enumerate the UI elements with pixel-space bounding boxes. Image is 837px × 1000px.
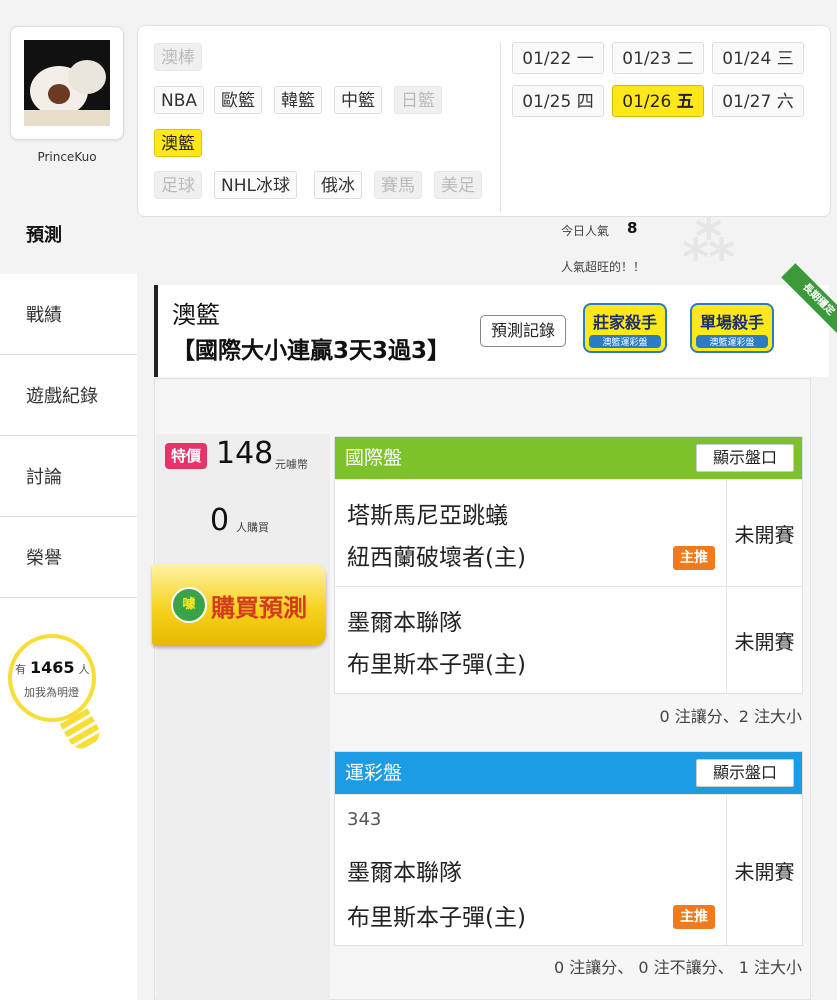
sidebar-item-honors[interactable]: 榮譽 (0, 517, 137, 598)
game-status: 未開賽 (734, 859, 795, 884)
game-row: 塔斯馬尼亞跳蟻 紐西蘭破壞者(主) 主推 未開賽 (335, 479, 802, 586)
buy-button-label: 購買預測 (211, 593, 307, 622)
sidebar-item-game-log[interactable]: 遊戲紀錄 (0, 355, 137, 436)
market-title: 運彩盤 (345, 762, 403, 784)
sport-tag-aus-basketball[interactable]: 澳籃 (154, 129, 202, 157)
popularity-note: 人氣超旺的！！ (561, 260, 646, 274)
market-header: 運彩盤 顯示盤口 (335, 752, 802, 794)
likes-count: 有 1465 人 (15, 658, 90, 677)
buyers-count: 0 (210, 503, 230, 538)
game-teams: 塔斯馬尼亞跳蟻 紐西蘭破壞者(主) 主推 (335, 480, 727, 586)
sidebar-item-label: 榮譽 (26, 548, 62, 569)
profile-username[interactable]: PrinceKuo (0, 150, 134, 164)
game-teams: 343 墨爾本聯隊 布里斯本子彈(主) 主推 (335, 795, 727, 945)
sport-tag-american-football[interactable]: 美足 (434, 171, 482, 199)
sidebar-item-label: 討論 (26, 467, 62, 488)
sport-tag-horse-racing[interactable]: 賽馬 (374, 171, 422, 199)
game-row: 墨爾本聯隊 布里斯本子彈(主) 未開賽 (335, 586, 802, 693)
filter-divider (500, 42, 501, 212)
date-tab-0123[interactable]: 01/23 二 (612, 42, 704, 74)
sidebar-item-discussion[interactable]: 討論 (0, 436, 137, 517)
game-teams: 墨爾本聯隊 布里斯本子彈(主) (335, 587, 727, 693)
avatar[interactable] (24, 40, 110, 126)
sport-tag-japan-basketball[interactable]: 日籃 (394, 86, 442, 114)
prediction-sport: 澳籃 (172, 301, 220, 329)
main-pick-badge: 主推 (673, 546, 715, 570)
show-odds-button[interactable]: 顯示盤口 (696, 759, 794, 787)
market-sports-lottery: 運彩盤 顯示盤口 343 墨爾本聯隊 布里斯本子彈(主) 主推 未開賽 (334, 751, 803, 946)
prediction-record-button[interactable]: 預測記錄 (480, 315, 566, 347)
market-title: 國際盤 (345, 447, 403, 469)
price-unit: 元噱幣 (275, 458, 308, 471)
home-team: 布里斯本子彈(主) (347, 652, 526, 678)
date-tab-0126[interactable]: 01/26 五 (612, 85, 704, 117)
bookmaker-killer-badge: 莊家殺手 澳籃運彩盤 (583, 303, 667, 353)
sidebar-item-record[interactable]: 戰績 (0, 274, 137, 355)
date-tab-0124[interactable]: 01/24 三 (712, 42, 804, 74)
special-price-badge: 特價 (165, 443, 207, 469)
sport-tag-soccer[interactable]: 足球 (154, 171, 202, 199)
popularity-decoration-icon: ⁂ (682, 212, 735, 272)
lightbulb-icon[interactable] (8, 634, 96, 722)
sport-tag-nba[interactable]: NBA (154, 86, 205, 114)
sidebar-item-prediction[interactable]: 預測 (0, 193, 137, 274)
sport-tag-china-basketball[interactable]: 中籃 (334, 86, 382, 114)
sport-tag-euro-basketball[interactable]: 歐籃 (214, 86, 262, 114)
market-international: 國際盤 顯示盤口 塔斯馬尼亞跳蟻 紐西蘭破壞者(主) 主推 未開賽 墨爾本聯隊 … (334, 436, 803, 694)
game-number: 343 (347, 809, 382, 830)
sport-tag-aus-baseball[interactable]: 澳棒 (154, 43, 202, 71)
sidebar-nav: 預測 戰績 遊戲紀錄 討論 榮譽 (0, 193, 137, 598)
game-status: 未開賽 (734, 629, 795, 654)
sport-tag-russia-hockey[interactable]: 俄冰 (314, 171, 362, 199)
away-team: 塔斯馬尼亞跳蟻 (347, 503, 508, 529)
popularity-value: 8 (627, 219, 638, 237)
market-header: 國際盤 顯示盤口 (335, 437, 802, 479)
date-tab-0122[interactable]: 01/22 一 (512, 42, 604, 74)
single-game-killer-badge: 單場殺手 澳籃運彩盤 (690, 303, 774, 353)
sidebar-item-label: 戰績 (26, 305, 62, 326)
likes-caption: 加我為明燈 (24, 686, 79, 699)
price-value: 148 (216, 436, 274, 471)
sidebar-item-label: 遊戲紀錄 (26, 386, 98, 407)
sport-tag-korea-basketball[interactable]: 韓籃 (274, 86, 322, 114)
market-summary: 0 注讓分、 0 注不讓分、 1 注大小 (554, 958, 802, 977)
prediction-title: 【國際大小連贏3天3過3】 (172, 338, 451, 364)
home-team: 布里斯本子彈(主) (347, 905, 526, 931)
market-summary: 0 注讓分、2 注大小 (659, 707, 802, 726)
game-row: 343 墨爾本聯隊 布里斯本子彈(主) 主推 未開賽 (335, 794, 802, 945)
coin-icon: 噱 (171, 587, 207, 623)
popularity-label: 今日人氣 (561, 224, 610, 238)
away-team: 墨爾本聯隊 (347, 860, 462, 886)
sport-tag-nhl[interactable]: NHL冰球 (214, 171, 297, 199)
home-team: 紐西蘭破壞者(主) (347, 545, 526, 571)
main-pick-badge: 主推 (673, 905, 715, 929)
date-tab-0127[interactable]: 01/27 六 (712, 85, 804, 117)
sidebar-item-label: 預測 (26, 224, 62, 246)
buy-prediction-button[interactable]: 噱 購買預測 (152, 564, 326, 646)
game-status: 未開賽 (734, 522, 795, 547)
buyers-unit: 人購買 (236, 521, 269, 534)
show-odds-button[interactable]: 顯示盤口 (696, 444, 794, 472)
away-team: 墨爾本聯隊 (347, 610, 462, 636)
profile-card[interactable] (10, 26, 124, 140)
date-tab-0125[interactable]: 01/25 四 (512, 85, 604, 117)
